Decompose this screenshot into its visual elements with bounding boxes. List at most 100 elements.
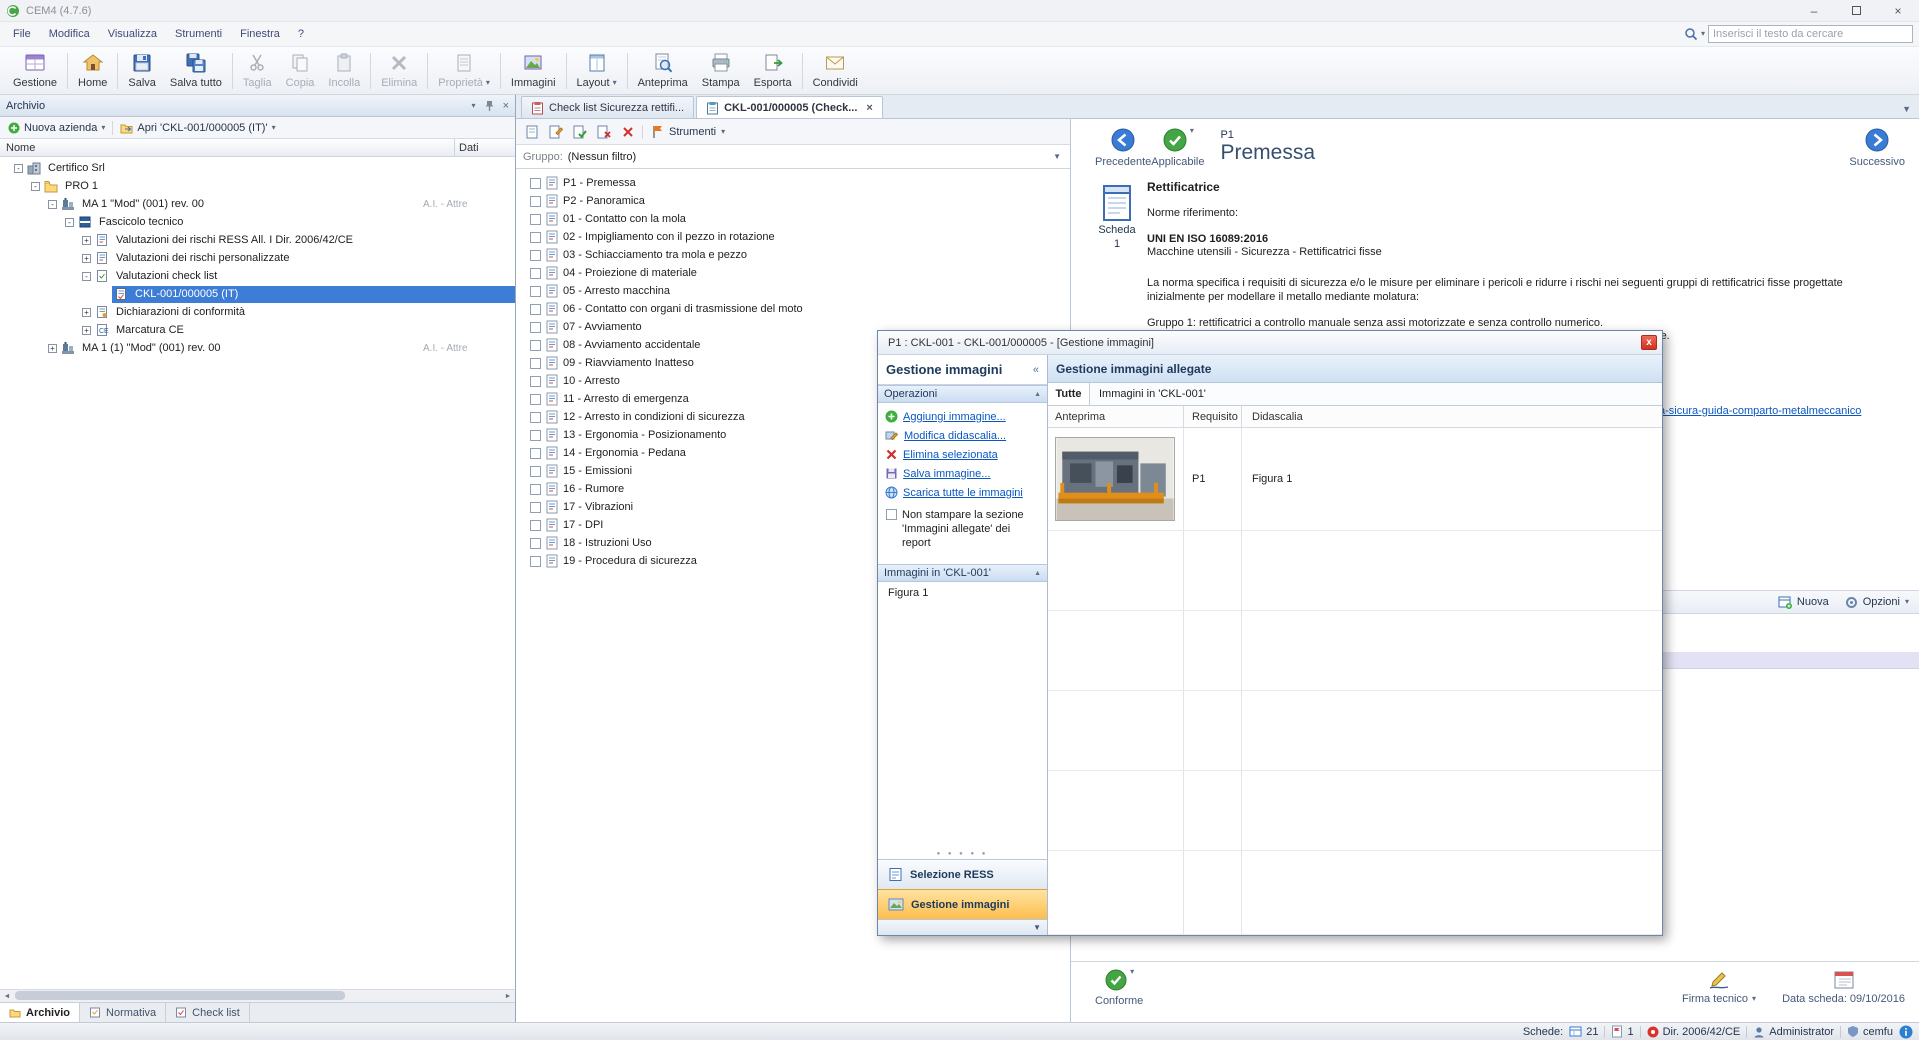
dialog-close-button[interactable]: x <box>1641 335 1657 350</box>
firma-tecnico-button[interactable]: Firma tecnico▾ <box>1682 968 1756 1005</box>
requisito-checkbox[interactable] <box>530 358 541 369</box>
requisito-checkbox[interactable] <box>530 394 541 405</box>
doc-edit-tool-icon[interactable] <box>546 122 566 142</box>
requisito-checkbox[interactable] <box>530 376 541 387</box>
strumenti-button[interactable]: Strumenti ▾ <box>647 124 729 139</box>
gestione-button[interactable]: Gestione <box>6 49 64 92</box>
tree-expander[interactable] <box>82 236 91 245</box>
pin-icon[interactable] <box>484 100 495 112</box>
tree-item-valutazioni-personalizzate[interactable]: Valutazioni dei rischi personalizzate <box>0 249 515 267</box>
tab-archivio[interactable]: Archivio <box>0 1003 80 1022</box>
requisito-checkbox[interactable] <box>530 466 541 477</box>
filter-tutte-tab[interactable]: Tutte <box>1048 383 1090 405</box>
requisito-checkbox[interactable] <box>530 322 541 333</box>
salva-immagine-link[interactable]: Salva immagine... <box>885 466 1040 481</box>
doc-tab-ckl001[interactable]: CKL-001/000005 (Check... × <box>696 96 883 118</box>
clear-tool-icon[interactable] <box>618 122 638 142</box>
salva-tutto-button[interactable]: Salva tutto <box>163 49 229 92</box>
tree-expander[interactable] <box>82 272 91 281</box>
esporta-button[interactable]: Esporta <box>747 49 799 92</box>
requisito-checkbox[interactable] <box>530 214 541 225</box>
tree-expander[interactable] <box>82 254 91 263</box>
precedente-button[interactable]: Precedente <box>1095 127 1151 168</box>
menu-item[interactable]: Modifica <box>40 24 99 44</box>
aggiungi-immagine-link[interactable]: Aggiungi immagine... <box>885 409 1040 424</box>
gruppo-caret[interactable]: ▼ <box>1053 152 1063 161</box>
requisito-checkbox[interactable] <box>530 304 541 315</box>
column-nome[interactable]: Nome <box>0 139 455 156</box>
tree-item-project[interactable]: PRO 1 <box>0 177 515 195</box>
scroll-right-icon[interactable]: ► <box>501 990 515 1002</box>
opzioni-caret[interactable]: ▾ <box>1905 598 1909 606</box>
col-requisito[interactable]: Requisito <box>1184 406 1242 427</box>
search-options-caret[interactable]: ▾ <box>1701 30 1705 38</box>
scarica-immagini-link[interactable]: Scarica tutte le immagini <box>885 485 1040 500</box>
operazioni-groupbar[interactable]: Operazioni ▲ <box>878 385 1047 403</box>
data-scheda-field[interactable]: Data scheda: 09/10/2016 <box>1782 968 1905 1005</box>
nav-overflow-strip[interactable]: ▼ <box>878 919 1047 935</box>
requisito-checkbox[interactable] <box>530 448 541 459</box>
tree-item-ckl[interactable]: CKL-001/000005 (IT) <box>0 285 515 303</box>
requisito-checkbox[interactable] <box>530 268 541 279</box>
tree-item-valutazioni-checklist[interactable]: Valutazioni check list <box>0 267 515 285</box>
anteprima-button[interactable]: Anteprima <box>631 49 695 92</box>
modifica-didascalia-link[interactable]: Modifica didascalia... <box>885 428 1040 443</box>
reference-link[interactable]: a-sicura-guida-comparto-metalmeccanico <box>1659 405 1861 417</box>
home-button[interactable]: Home <box>71 49 114 92</box>
selected-tree-item[interactable]: CKL-001/000005 (IT) <box>112 286 515 303</box>
requisito-checkbox[interactable] <box>530 556 541 567</box>
gruppo-filter-combo[interactable]: Gruppo: (Nessun filtro) ▼ <box>516 145 1070 169</box>
panel-close-icon[interactable]: × <box>503 100 509 112</box>
requisito-item[interactable]: 03 - Schiacciamento tra mola e pezzo <box>516 246 1070 264</box>
requisito-checkbox[interactable] <box>530 520 541 531</box>
tree-item-dichiarazioni[interactable]: Dichiarazioni di conformità <box>0 303 515 321</box>
requisito-checkbox[interactable] <box>530 286 541 297</box>
maximize-button[interactable] <box>1835 0 1877 22</box>
requisito-checkbox[interactable] <box>530 178 541 189</box>
collapse-chevron-icon[interactable]: « <box>1033 364 1039 376</box>
requisito-item[interactable]: 05 - Arresto macchina <box>516 282 1070 300</box>
tab-overflow-caret[interactable]: ▼ <box>1902 104 1911 114</box>
menu-item[interactable]: Strumenti <box>166 24 231 44</box>
no-print-option[interactable]: Non stampare la sezione 'Immagini allega… <box>878 504 1047 552</box>
tree-item-marcatura[interactable]: CE Marcatura CE <box>0 321 515 339</box>
applicabile-button[interactable]: ▾ Applicabile <box>1151 127 1204 168</box>
tree-item-machine2[interactable]: MA 1 (1) "Mod" (001) rev. 00 A.I. - Attr… <box>0 339 515 357</box>
tree-expander[interactable] <box>65 218 74 227</box>
nuova-azienda-caret[interactable]: ▾ <box>101 124 105 132</box>
scrollbar-thumb[interactable] <box>15 991 345 1000</box>
doc-check-tool-icon[interactable] <box>570 122 590 142</box>
dialog-titlebar[interactable]: P1 : CKL-001 - CKL-001/000005 - [Gestion… <box>878 331 1662 355</box>
scroll-left-icon[interactable]: ◄ <box>0 990 14 1002</box>
apri-button[interactable]: Apri 'CKL-001/000005 (IT)' ▾ <box>117 122 278 134</box>
requisito-item[interactable]: 04 - Proiezione di materiale <box>516 264 1070 282</box>
requisito-checkbox[interactable] <box>530 484 541 495</box>
image-row[interactable]: P1 Figura 1 <box>1048 428 1662 531</box>
requisito-item[interactable]: P1 - Premessa <box>516 174 1070 192</box>
nuova-button[interactable]: Nuova <box>1778 595 1829 609</box>
nav-splitter[interactable]: ● ● ● ● ● <box>878 849 1047 859</box>
tree-expander[interactable] <box>48 200 57 209</box>
elimina-selezionata-link[interactable]: Elimina selezionata <box>885 447 1040 462</box>
conforme-caret[interactable]: ▾ <box>1130 968 1134 976</box>
tree-expander[interactable] <box>48 344 57 353</box>
requisito-checkbox[interactable] <box>530 232 541 243</box>
gestione-immagini-navbutton[interactable]: Gestione immagini <box>878 889 1047 919</box>
horizontal-scrollbar[interactable]: ◄ ► <box>0 989 515 1002</box>
requisito-checkbox[interactable] <box>530 340 541 351</box>
requisito-checkbox[interactable] <box>530 250 541 261</box>
filter-value[interactable]: Immagini in 'CKL-001' <box>1090 383 1662 405</box>
collapse-up-icon[interactable]: ▲ <box>1034 570 1041 577</box>
tree-expander[interactable] <box>82 308 91 317</box>
info-globe-icon[interactable] <box>1899 1025 1913 1039</box>
requisito-checkbox[interactable] <box>530 412 541 423</box>
requisito-item[interactable]: P2 - Panoramica <box>516 192 1070 210</box>
tab-close-icon[interactable]: × <box>866 102 872 114</box>
column-dati[interactable]: Dati <box>455 142 515 154</box>
requisito-item[interactable]: 01 - Contatto con la mola <box>516 210 1070 228</box>
tab-checklist[interactable]: Check list <box>166 1003 250 1022</box>
menu-item[interactable]: File <box>4 24 40 44</box>
applicabile-caret[interactable]: ▾ <box>1190 127 1194 135</box>
successivo-button[interactable]: Successivo <box>1849 127 1905 168</box>
col-didascalia[interactable]: Didascalia <box>1242 406 1662 427</box>
